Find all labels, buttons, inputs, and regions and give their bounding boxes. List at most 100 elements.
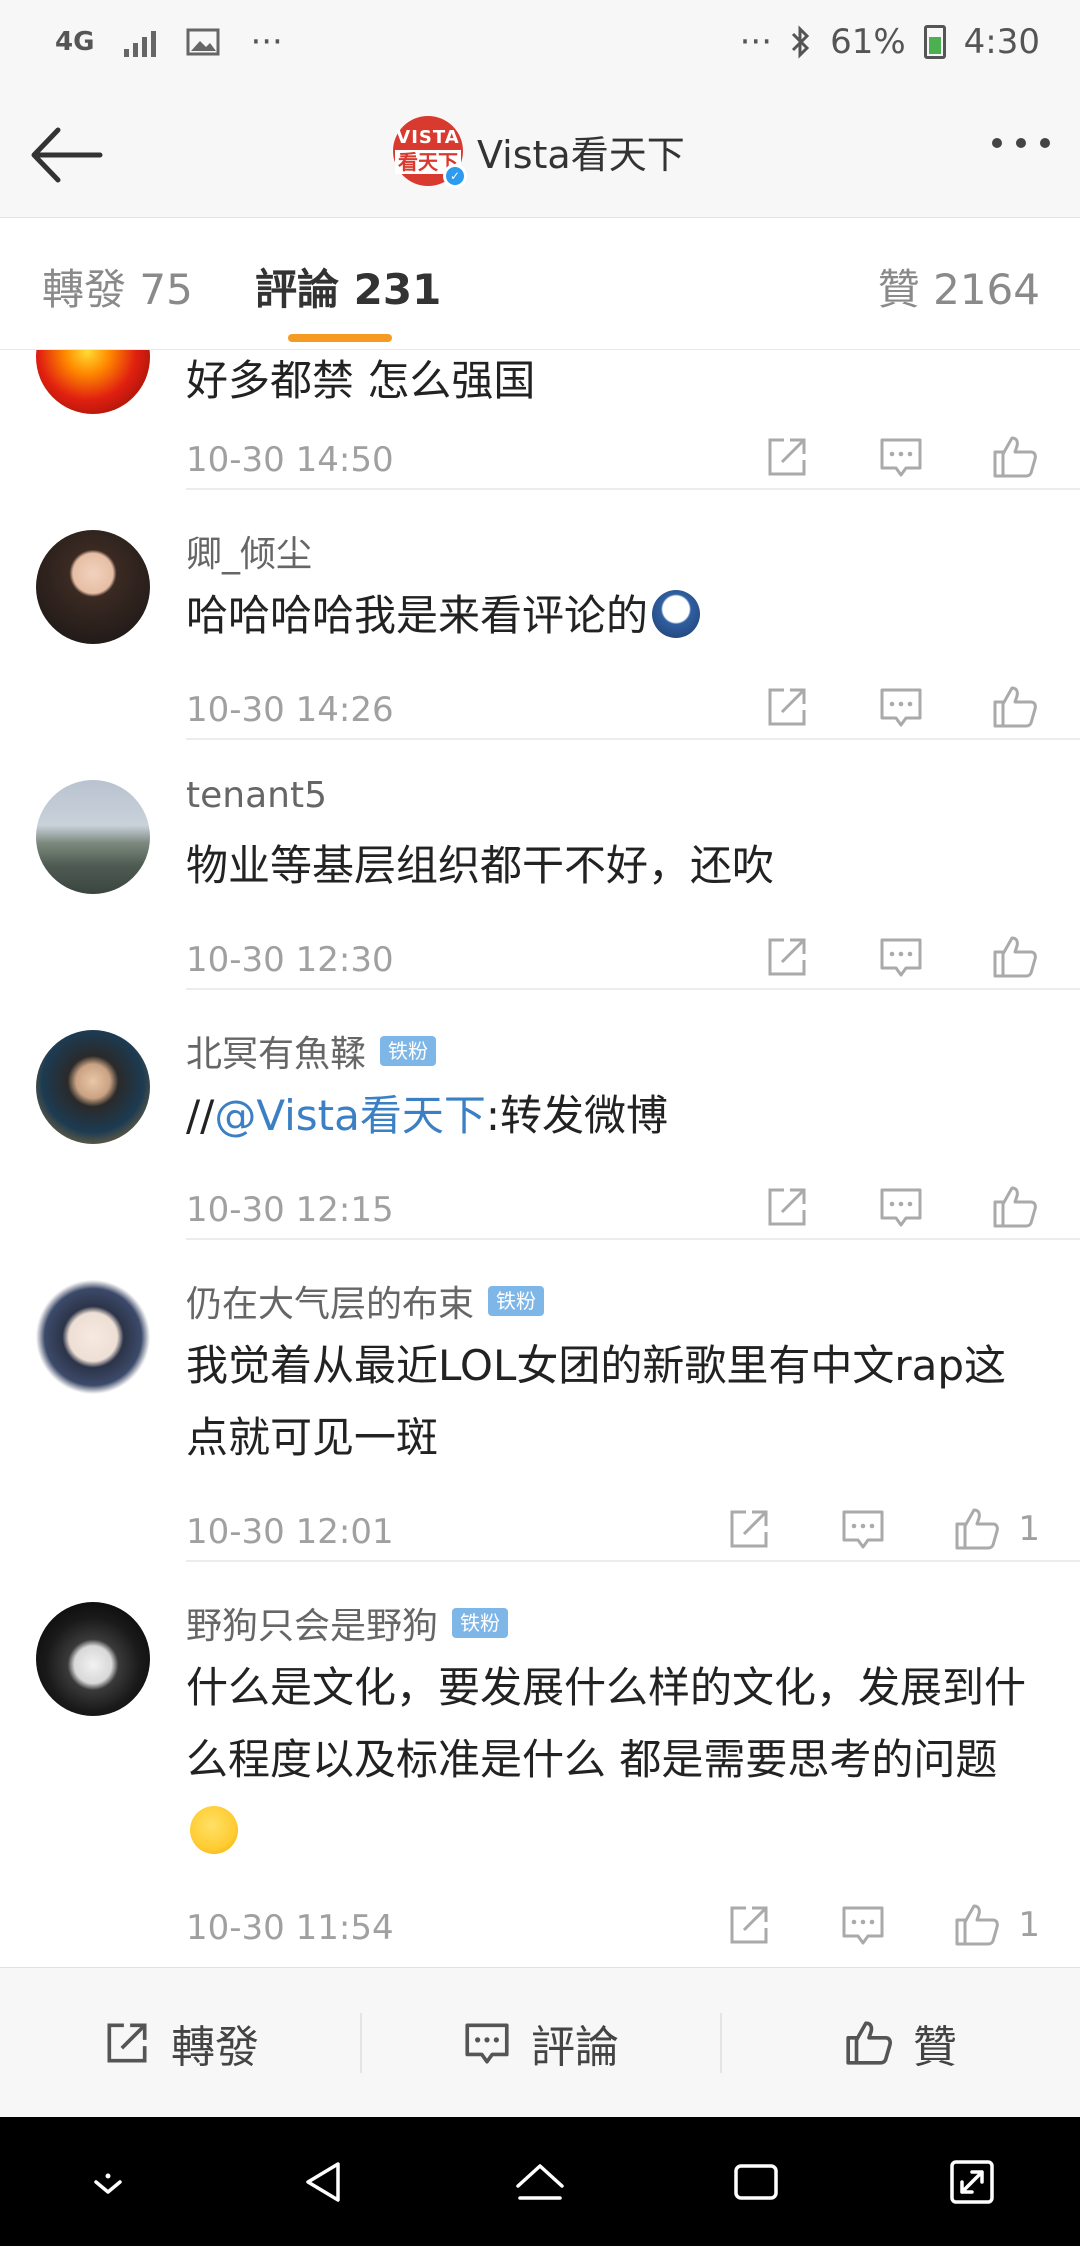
status-bar: 4G ··· ··· 61% 4:30 bbox=[0, 0, 1080, 90]
repost-label: 轉發 bbox=[171, 2021, 259, 2073]
avatar[interactable] bbox=[36, 780, 150, 894]
recent-apps-icon[interactable] bbox=[726, 2152, 786, 2212]
repost-button[interactable] bbox=[762, 432, 812, 482]
comment-action-button[interactable]: 評論 bbox=[360, 1968, 720, 2117]
comment-button[interactable] bbox=[876, 1182, 926, 1232]
author-name: 北冥有魚鞣 bbox=[186, 1034, 367, 1075]
repost-button[interactable] bbox=[762, 682, 812, 732]
comment-time: 10-30 14:26 bbox=[186, 690, 394, 730]
comment-actions bbox=[698, 682, 1040, 732]
battery-percent: 61% bbox=[830, 22, 906, 62]
bottom-action-bar: 轉發 評論 贊 bbox=[0, 1967, 1080, 2117]
thumbs-up-icon bbox=[993, 1186, 1037, 1228]
comment-time: 10-30 12:15 bbox=[186, 1190, 394, 1230]
author-name: 卿_倾尘 bbox=[186, 534, 313, 575]
more-options-icon[interactable] bbox=[992, 138, 1050, 148]
comment-button[interactable] bbox=[876, 682, 926, 732]
tab-comments[interactable]: 評論 231 bbox=[255, 256, 441, 317]
comment-button[interactable] bbox=[838, 1900, 888, 1950]
comment-button[interactable] bbox=[876, 932, 926, 982]
home-nav-icon[interactable] bbox=[510, 2152, 570, 2212]
tab-likes[interactable]: 贊 2164 bbox=[878, 256, 1040, 317]
comment-text: 哈哈哈哈我是来看评论的 bbox=[186, 580, 1040, 652]
thumbs-up-icon bbox=[993, 436, 1037, 478]
back-button[interactable] bbox=[26, 120, 106, 190]
comment-item: 卿_倾尘 哈哈哈哈我是来看评论的 10-30 14:26 bbox=[0, 490, 1080, 740]
avatar[interactable] bbox=[36, 1030, 150, 1144]
comment-text: 我觉着从最近LOL女团的新歌里有中文rap这点就可见一斑 bbox=[186, 1341, 1007, 1462]
share-icon bbox=[107, 2023, 147, 2062]
funny-face-emoji-icon bbox=[652, 590, 701, 638]
comment-item: 野狗只会是野狗 铁粉 什么是文化，要发展什么样的文化，发展到什么程度以及标准是什么… bbox=[0, 1562, 1080, 1967]
comment-time: 10-30 12:30 bbox=[186, 940, 394, 980]
share-icon bbox=[768, 438, 806, 476]
back-arrow-icon bbox=[31, 127, 103, 183]
repost-prefix: // bbox=[186, 1091, 215, 1140]
share-icon bbox=[768, 688, 806, 726]
like-button[interactable] bbox=[990, 432, 1040, 482]
comment-text: 什么是文化，要发展什么样的文化，发展到什么程度以及标准是什么 都是需要思考的问题 bbox=[186, 1652, 1040, 1868]
thumbs-up-icon bbox=[993, 686, 1037, 728]
repost-button[interactable] bbox=[724, 1504, 774, 1554]
comment-time: 10-30 12:01 bbox=[186, 1512, 394, 1552]
tab-repost[interactable]: 轉發 75 bbox=[42, 256, 193, 317]
comment-item: 仍在大气层的布束 铁粉 我觉着从最近LOL女团的新歌里有中文rap这点就可见一斑 … bbox=[0, 1240, 1080, 1562]
like-button[interactable] bbox=[990, 682, 1040, 732]
comment-text: 物业等基层组织都干不好，还吹 bbox=[186, 841, 775, 890]
comment-icon bbox=[880, 438, 922, 477]
repost-button[interactable] bbox=[724, 1900, 774, 1950]
comment-text-content: 什么是文化，要发展什么样的文化，发展到什么程度以及标准是什么 都是需要思考的问题 bbox=[186, 1663, 1027, 1784]
hide-keyboard-icon[interactable] bbox=[78, 2152, 138, 2212]
comment-item: 好多都禁 怎么强国 10-30 14:50 bbox=[0, 350, 1080, 490]
comment-actions: 1 bbox=[660, 1504, 1040, 1554]
logo-text-top: VISTA bbox=[396, 126, 460, 148]
avatar[interactable] bbox=[36, 1602, 150, 1716]
share-icon bbox=[730, 1510, 768, 1548]
thumbs-up-icon bbox=[846, 2020, 892, 2065]
fan-badge: 铁粉 bbox=[380, 1036, 437, 1066]
repost-button[interactable] bbox=[762, 1182, 812, 1232]
comment-button[interactable] bbox=[838, 1504, 888, 1554]
comment-actions bbox=[698, 932, 1040, 982]
repost-action-button[interactable]: 轉發 bbox=[0, 1968, 360, 2117]
fan-badge: 铁粉 bbox=[452, 1608, 509, 1638]
comment-author[interactable]: 仍在大气层的布束 铁粉 bbox=[186, 1275, 545, 1327]
comment-text-content: 哈哈哈哈我是来看评论的 bbox=[186, 591, 649, 640]
comment-label: 評論 bbox=[531, 2021, 619, 2073]
active-tab-indicator bbox=[288, 334, 392, 342]
thumbs-up-icon bbox=[955, 1508, 1000, 1550]
like-count: 1 bbox=[1018, 1905, 1040, 1945]
avatar[interactable] bbox=[36, 530, 150, 644]
comment-author[interactable]: tenant5 bbox=[186, 775, 327, 816]
account-title[interactable]: VISTA 看天下 ✓ Vista看天下 bbox=[393, 116, 685, 188]
image-icon bbox=[186, 28, 220, 56]
mention-link[interactable]: @Vista看天下 bbox=[214, 1091, 486, 1140]
comment-icon bbox=[465, 2023, 509, 2064]
like-button[interactable] bbox=[952, 1504, 1002, 1554]
signal-icon bbox=[124, 27, 157, 57]
avatar[interactable] bbox=[36, 1280, 150, 1394]
like-button[interactable] bbox=[990, 1182, 1040, 1232]
tabs: 轉發 75 評論 231 贊 2164 bbox=[0, 218, 1080, 350]
thumbs-up-icon bbox=[955, 1904, 1000, 1946]
comment-text: //@Vista看天下:转发微博 bbox=[186, 1080, 1040, 1152]
author-name: 仍在大气层的布束 bbox=[186, 1284, 475, 1325]
network-indicator: 4G bbox=[55, 27, 95, 57]
repost-button[interactable] bbox=[762, 932, 812, 982]
like-action-button[interactable]: 贊 bbox=[720, 1968, 1080, 2117]
like-button[interactable] bbox=[990, 932, 1040, 982]
expand-icon[interactable] bbox=[942, 2152, 1002, 2212]
comment-list[interactable]: 好多都禁 怎么强国 10-30 14:50 卿_倾尘 哈哈哈哈我是来看评论的 1… bbox=[0, 350, 1080, 1967]
clock: 4:30 bbox=[963, 22, 1040, 62]
comment-author[interactable]: 卿_倾尘 bbox=[186, 525, 312, 577]
comment-icon bbox=[880, 688, 922, 727]
comment-icon bbox=[842, 1906, 884, 1945]
back-nav-icon[interactable] bbox=[294, 2152, 354, 2212]
more-status: ··· bbox=[739, 22, 773, 62]
comment-author[interactable]: 北冥有魚鞣 铁粉 bbox=[186, 1025, 437, 1077]
like-button[interactable] bbox=[952, 1900, 1002, 1950]
avatar[interactable] bbox=[36, 350, 150, 414]
comment-button[interactable] bbox=[876, 432, 926, 482]
comment-author[interactable]: 野狗只会是野狗 铁粉 bbox=[186, 1597, 509, 1649]
bluetooth-icon bbox=[792, 25, 810, 59]
